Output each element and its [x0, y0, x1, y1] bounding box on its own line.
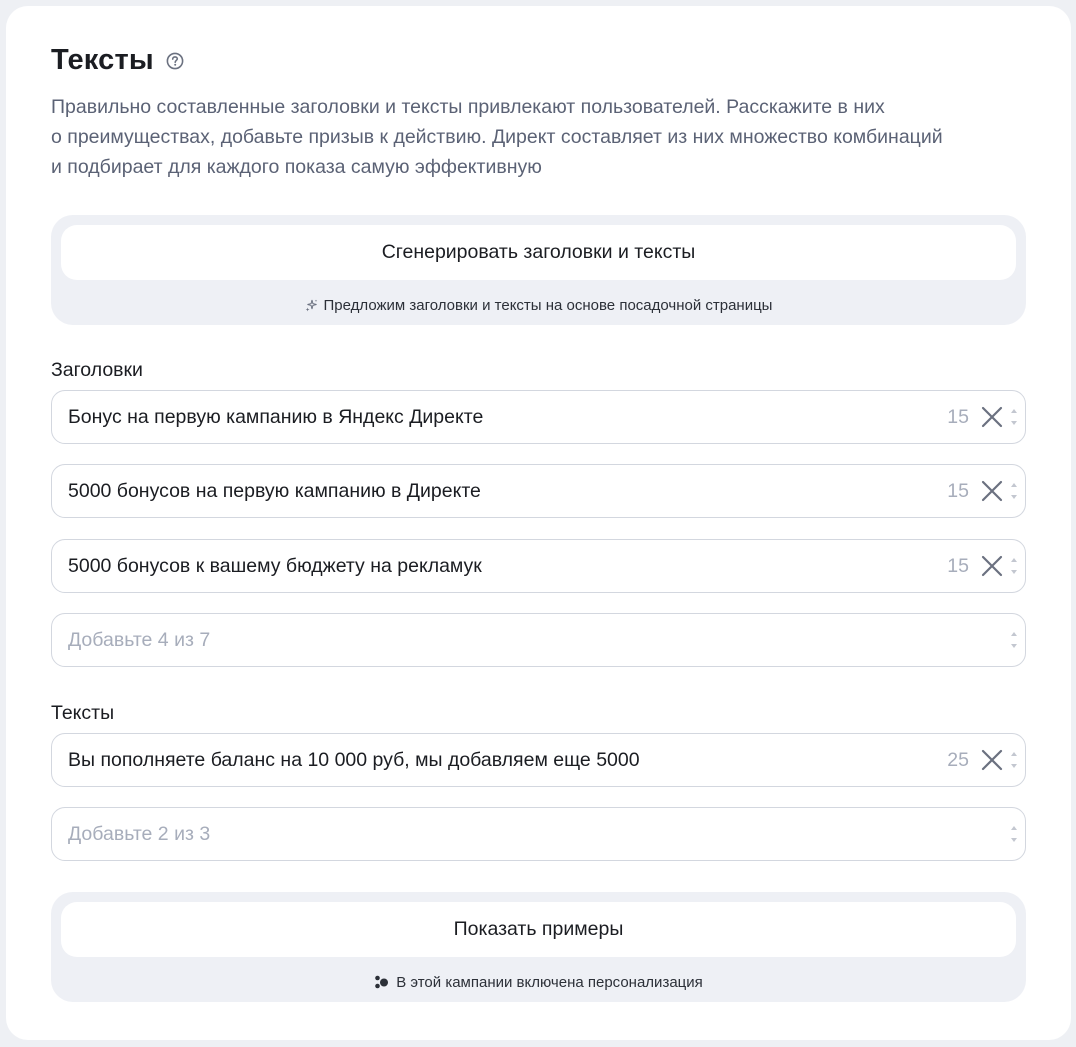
text-value[interactable]: Вы пополняете баланс на 10 000 руб, мы д…: [68, 734, 640, 786]
text-field[interactable]: Вы пополняете баланс на 10 000 руб, мы д…: [51, 733, 1026, 787]
headlines-label: Заголовки: [51, 359, 143, 381]
generate-button[interactable]: Сгенерировать заголовки и тексты: [61, 225, 1016, 280]
char-counter: 15: [947, 555, 969, 577]
texts-label: Тексты: [51, 702, 115, 724]
drag-stepper-icon[interactable]: [1008, 405, 1020, 429]
title-row: Тексты: [51, 44, 184, 77]
personalization-dots-icon: [375, 975, 389, 989]
description-line: Правильно составленные заголовки и текст…: [51, 96, 885, 118]
examples-panel: Показать примеры В этой кампании включен…: [51, 892, 1026, 1002]
drag-stepper-icon[interactable]: [1008, 479, 1020, 503]
drag-stepper-icon[interactable]: [1008, 554, 1020, 578]
char-counter: 15: [947, 406, 969, 428]
description-line: о преимуществах, добавьте призыв к дейст…: [51, 126, 943, 148]
generate-note: Предложим заголовки и тексты на основе п…: [51, 295, 1026, 315]
description-line: и подбирает для каждого показа самую эфф…: [51, 156, 542, 178]
headline-value[interactable]: 5000 бонусов к вашему бюджету на рекламу…: [68, 540, 482, 592]
section-description: Правильно составленные заголовки и текст…: [51, 92, 1011, 182]
add-headline-placeholder[interactable]: Добавьте 4 из 7: [68, 614, 210, 666]
show-examples-button[interactable]: Показать примеры: [61, 902, 1016, 957]
clear-icon[interactable]: [980, 748, 1004, 772]
question-circle-icon[interactable]: [166, 52, 184, 70]
drag-stepper-icon[interactable]: [1008, 822, 1020, 846]
personalization-note-text: В этой кампании включена персонализация: [396, 973, 703, 991]
char-counter: 15: [947, 480, 969, 502]
generate-note-text: Предложим заголовки и тексты на основе п…: [323, 296, 773, 314]
headline-field[interactable]: Бонус на первую кампанию в Яндекс Директ…: [51, 390, 1026, 444]
clear-icon[interactable]: [980, 405, 1004, 429]
add-text-placeholder[interactable]: Добавьте 2 из 3: [68, 808, 210, 860]
add-headline-field[interactable]: Добавьте 4 из 7: [51, 613, 1026, 667]
generate-panel: Сгенерировать заголовки и тексты Предлож…: [51, 215, 1026, 325]
personalization-note: В этой кампании включена персонализация: [51, 972, 1026, 992]
headline-value[interactable]: 5000 бонусов на первую кампанию в Директ…: [68, 465, 481, 517]
clear-icon[interactable]: [980, 554, 1004, 578]
drag-stepper-icon[interactable]: [1008, 748, 1020, 772]
sparkles-icon: [305, 299, 317, 311]
drag-stepper-icon[interactable]: [1008, 628, 1020, 652]
headline-field[interactable]: 5000 бонусов к вашему бюджету на рекламу…: [51, 539, 1026, 593]
headline-field[interactable]: 5000 бонусов на первую кампанию в Директ…: [51, 464, 1026, 518]
clear-icon[interactable]: [980, 479, 1004, 503]
headline-value[interactable]: Бонус на первую кампанию в Яндекс Директ…: [68, 391, 483, 443]
section-title: Тексты: [51, 44, 154, 76]
add-text-field[interactable]: Добавьте 2 из 3: [51, 807, 1026, 861]
texts-card: Тексты Правильно составленные заголовки …: [6, 6, 1071, 1040]
char-counter: 25: [947, 749, 969, 771]
